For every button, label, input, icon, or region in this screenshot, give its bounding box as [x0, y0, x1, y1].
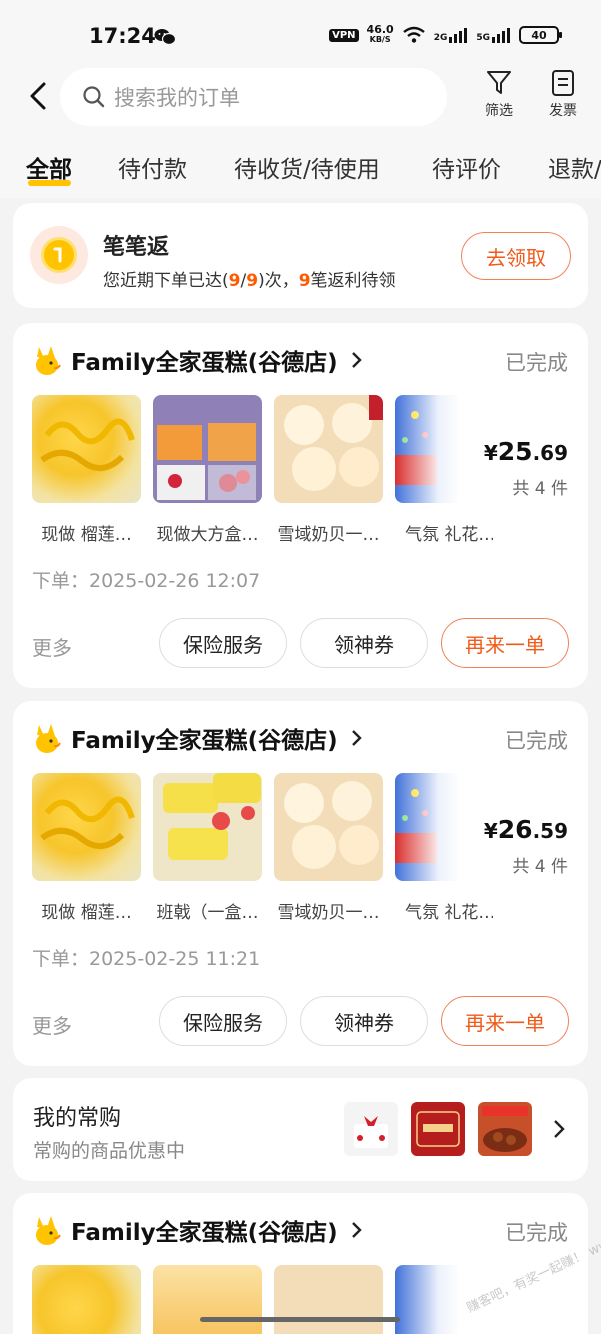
battery-icon: 40: [519, 26, 562, 44]
product-image-snow-cream: [274, 395, 383, 503]
shop-name: Family全家蛋糕(谷德店): [71, 350, 338, 376]
insurance-service-button[interactable]: 保险服务: [159, 618, 287, 668]
product-image-durian-cake: [32, 1265, 141, 1334]
tab-pending-receipt[interactable]: 待收货/待使用: [234, 150, 380, 184]
product-image-durian-cake: [32, 773, 141, 881]
order-card[interactable]: Family全家蛋糕(谷德店) 已完成 ¥25.69 共 4 件 现做 榴莲… …: [13, 323, 588, 688]
tab-all[interactable]: 全部: [26, 150, 72, 184]
frequent-title: 我的常购: [33, 1106, 122, 1131]
invoice-button[interactable]: 发票: [538, 68, 588, 120]
insurance-service-button[interactable]: 保险服务: [159, 996, 287, 1046]
vpn-badge: VPN: [329, 28, 359, 42]
product-image-crepe: [153, 773, 262, 881]
item-count: 共 4 件: [512, 857, 568, 877]
shop-logo-icon: [36, 346, 61, 375]
shop-logo-icon: [36, 724, 61, 753]
tab-active-indicator: [28, 180, 71, 186]
signal-2g: 2G: [434, 27, 469, 43]
product-image-snow-cream: [274, 773, 383, 881]
back-arrow-icon[interactable]: [24, 80, 52, 112]
search-icon: [83, 86, 105, 108]
wechat-icon: [154, 29, 176, 46]
frequent-purchases-card[interactable]: 我的常购 常购的商品优惠中: [13, 1078, 588, 1181]
order-status: 已完成: [505, 351, 568, 375]
rebate-card: 笔笔返 您近期下单已达(9/9)次，9笔返利待领 去领取: [13, 203, 588, 308]
chevron-right-icon[interactable]: [552, 1118, 566, 1140]
order-card[interactable]: Family全家蛋糕(谷德店) 已完成: [13, 1193, 588, 1334]
product-image-mango: [153, 1265, 262, 1334]
shop-link[interactable]: Family全家蛋糕(谷德店): [33, 721, 364, 755]
chevron-right-icon: [351, 352, 362, 368]
rebate-coin-icon: [30, 226, 88, 284]
tab-refund[interactable]: 退款/: [548, 150, 601, 184]
signal-5g: 5G: [476, 27, 511, 43]
wifi-icon: [402, 26, 425, 43]
product-name: 气氛 礼花…: [405, 903, 493, 923]
filter-label: 筛选: [485, 103, 513, 119]
tab-pending-payment[interactable]: 待付款: [118, 150, 187, 184]
status-indicators: VPN 46.0 KB/S 2G 5G 40: [329, 23, 562, 45]
order-time: 下单：2025-02-26 12:07: [32, 570, 261, 592]
filter-icon: [487, 71, 511, 94]
invoice-icon: [552, 70, 574, 96]
more-button[interactable]: 更多: [32, 1010, 72, 1039]
order-price: ¥26.59 共 4 件: [483, 815, 568, 877]
order-price: ¥25.69 共 4 件: [483, 437, 568, 499]
claim-rebate-button[interactable]: 去领取: [461, 232, 571, 280]
product-name: 雪域奶贝一…: [277, 525, 380, 545]
product-names: 现做 榴莲… 现做大方盒… 雪域奶贝一… 气氛 礼花…: [32, 520, 493, 545]
rebate-description: 您近期下单已达(9/9)次，9笔返利待领: [103, 271, 396, 291]
reorder-button[interactable]: 再来一单: [441, 618, 569, 668]
product-names: 现做 榴莲… 班戟（一盒… 雪域奶贝一… 气氛 礼花…: [32, 898, 493, 923]
header: 搜索我的订单 筛选 发票: [0, 64, 601, 128]
order-card[interactable]: Family全家蛋糕(谷德店) 已完成 ¥26.59 共 4 件 现做 榴莲… …: [13, 701, 588, 1066]
product-name: 现做 榴莲…: [41, 525, 132, 545]
reorder-button[interactable]: 再来一单: [441, 996, 569, 1046]
status-bar: 17:24 VPN 46.0 KB/S 2G 5G 40: [0, 0, 601, 64]
get-coupon-button[interactable]: 领神券: [300, 996, 428, 1046]
order-status: 已完成: [505, 1221, 568, 1245]
order-time: 下单：2025-02-25 11:21: [32, 948, 261, 970]
tab-pending-review[interactable]: 待评价: [432, 150, 501, 184]
search-input[interactable]: 搜索我的订单: [60, 68, 447, 126]
item-count: 共 4 件: [512, 479, 568, 499]
signal-bars-icon: [449, 28, 468, 43]
search-placeholder: 搜索我的订单: [114, 86, 240, 110]
shop-name: Family全家蛋糕(谷德店): [71, 1220, 338, 1246]
product-image-brand-logo: [411, 1102, 465, 1156]
filter-button[interactable]: 筛选: [474, 68, 524, 120]
product-name: 班戟（一盒…: [156, 903, 259, 923]
frequent-subtitle: 常购的商品优惠中: [33, 1140, 186, 1162]
product-name: 现做 榴莲…: [41, 903, 132, 923]
product-image-durian-cake: [32, 395, 141, 503]
product-name: 气氛 礼花…: [405, 525, 493, 545]
product-image-fruit-box: [153, 395, 262, 503]
order-tabs: 全部 待付款 待收货/待使用 待评价 退款/: [0, 128, 601, 198]
status-time: 17:24: [89, 24, 156, 48]
chevron-right-icon: [351, 1222, 362, 1238]
signal-bars-icon: [492, 28, 510, 43]
shop-link[interactable]: Family全家蛋糕(谷德店): [33, 343, 364, 377]
product-image-strawberry-cake: [344, 1102, 398, 1156]
product-image-snow-cream: [274, 1265, 383, 1334]
get-coupon-button[interactable]: 领神券: [300, 618, 428, 668]
product-name: 雪域奶贝一…: [277, 903, 380, 923]
product-name: 现做大方盒…: [156, 525, 259, 545]
shop-link[interactable]: Family全家蛋糕(谷德店): [33, 1213, 364, 1247]
invoice-label: 发票: [549, 103, 577, 119]
shop-name: Family全家蛋糕(谷德店): [71, 728, 338, 754]
rebate-title: 笔笔返: [103, 235, 170, 260]
order-status: 已完成: [505, 729, 568, 753]
more-button[interactable]: 更多: [32, 632, 72, 661]
home-indicator[interactable]: [200, 1317, 400, 1322]
network-speed: 46.0 KB/S: [366, 23, 394, 44]
product-image-braised-pork: [478, 1102, 532, 1156]
shop-logo-icon: [36, 1216, 61, 1245]
chevron-right-icon: [351, 730, 362, 746]
